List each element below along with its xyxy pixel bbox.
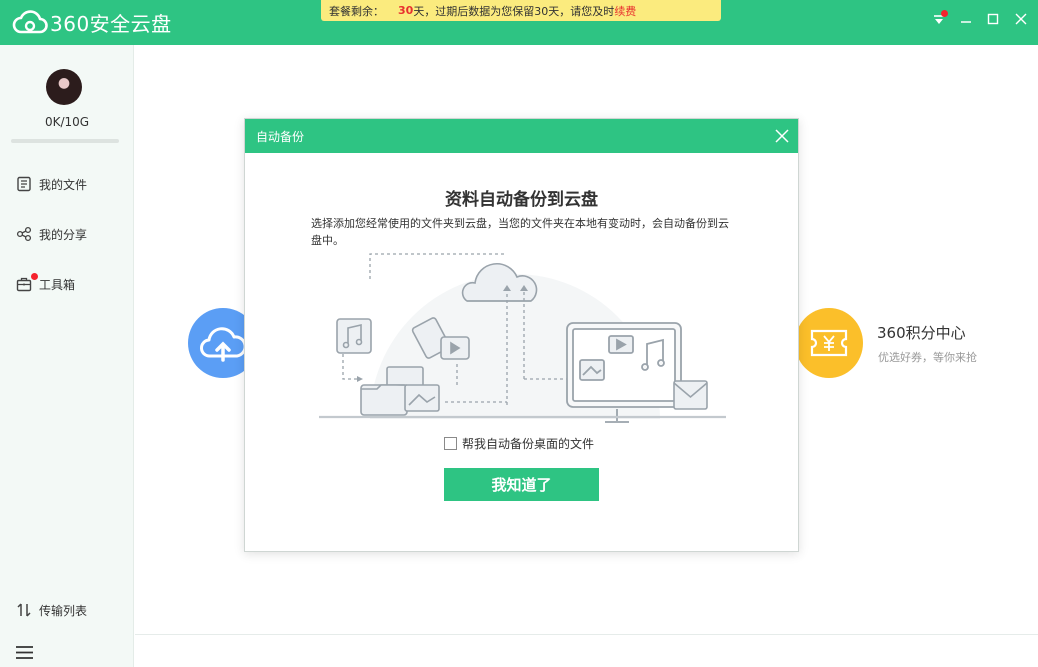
- minimize-button[interactable]: [955, 8, 977, 30]
- plan-notice-banner: 套餐剩余： 30 天 ，过期后数据为您保留30天，请您及时 续费: [321, 0, 721, 21]
- app-name: 360安全云盘: [50, 11, 172, 36]
- minimize-icon: [961, 21, 971, 23]
- toolbox-badge-dot: [31, 273, 38, 280]
- storage-quota: 0K/10G: [44, 115, 90, 129]
- app-logo: 360安全云盘: [12, 7, 172, 37]
- got-it-button[interactable]: 我知道了: [444, 468, 599, 501]
- maximize-icon: [987, 13, 999, 25]
- cloud-logo-icon: [12, 10, 48, 34]
- dialog-heading: 资料自动备份到云盘: [445, 190, 598, 210]
- menu-badge-dot: [941, 10, 948, 17]
- toolbox-icon: [15, 273, 38, 293]
- hamburger-icon[interactable]: [16, 646, 33, 659]
- sidebar-item-label: 我的文件: [39, 177, 88, 192]
- close-icon: [1015, 13, 1027, 25]
- storage-progress-bar: [11, 139, 119, 143]
- sidebar-item-transfer-list[interactable]: 传输列表: [15, 600, 87, 620]
- dialog-header: 自动备份: [245, 119, 798, 153]
- maximize-button[interactable]: [982, 8, 1004, 30]
- close-window-button[interactable]: [1010, 8, 1032, 30]
- notice-days: 30: [398, 4, 414, 17]
- coupon-yen-icon: [810, 329, 848, 357]
- backup-illustration: [319, 253, 726, 423]
- dialog-title: 自动备份: [256, 130, 305, 144]
- notice-prefix: 套餐剩余：: [329, 4, 384, 18]
- points-center-title[interactable]: 360积分中心: [877, 322, 966, 343]
- transfer-icon: [15, 601, 33, 619]
- points-center-button[interactable]: [795, 308, 863, 378]
- auto-backup-dialog: 自动备份 资料自动备份到云盘 选择添加您经常使用的文件夹到云盘，当您的文件夹在本…: [244, 118, 799, 552]
- auto-backup-desktop-option[interactable]: 帮我自动备份桌面的文件: [444, 435, 594, 452]
- music-card-icon: [336, 318, 372, 354]
- mail-icon: [673, 380, 708, 410]
- auto-backup-desktop-checkbox[interactable]: [444, 437, 457, 450]
- sidebar-item-toolbox[interactable]: 工具箱: [15, 273, 76, 294]
- checkbox-label: 帮我自动备份桌面的文件: [462, 437, 595, 451]
- dropdown-menu-button[interactable]: [928, 8, 950, 30]
- sidebar-item-label: 我的分享: [39, 227, 88, 242]
- cloud-icon: [461, 263, 538, 302]
- divider: [135, 634, 1038, 635]
- dialog-close-icon[interactable]: [773, 127, 791, 145]
- sidebar-item-label: 传输列表: [39, 603, 88, 618]
- title-bar: 360安全云盘 套餐剩余： 30 天 ，过期后数据为您保留30天，请您及时 续费: [0, 0, 1038, 45]
- file-list-icon: [15, 175, 33, 193]
- share-icon: [15, 225, 33, 243]
- sidebar-item-label: 工具箱: [39, 277, 76, 292]
- sidebar-item-my-files[interactable]: 我的文件: [15, 174, 87, 194]
- notice-message: ，过期后数据为您保留30天，请您及时: [424, 4, 615, 18]
- sidebar-item-my-share[interactable]: 我的分享: [15, 224, 87, 244]
- sidebar: 0K/10G 我的文件 我的分享 工具箱 传输列表: [0, 45, 134, 667]
- renew-link[interactable]: 续费: [614, 3, 636, 19]
- monitor-icon: [566, 322, 682, 423]
- points-center-subtitle: 优选好券，等你来抢: [878, 351, 977, 364]
- notice-days-suffix: 天: [413, 4, 425, 18]
- avatar[interactable]: [46, 69, 82, 105]
